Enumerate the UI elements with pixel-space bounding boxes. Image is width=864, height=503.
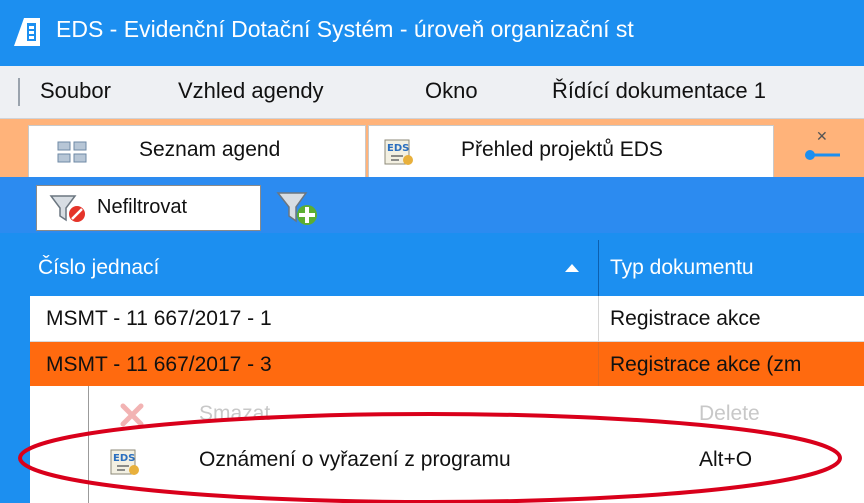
menu-okno[interactable]: Okno <box>425 78 478 104</box>
no-filter-icon <box>49 195 85 222</box>
window-title: EDS - Evidenční Dotační Systém - úroveň … <box>56 16 634 42</box>
context-menu-item-delete: Smazat Delete <box>89 394 864 438</box>
svg-text:EDS: EDS <box>113 453 135 464</box>
app-logo-icon <box>14 18 40 46</box>
column-header-cislo-jednaci[interactable]: Číslo jednací <box>38 256 159 280</box>
cell-cislo-jednaci: MSMT - 11 667/2017 - 1 <box>46 307 272 330</box>
svg-text:✕: ✕ <box>816 129 828 145</box>
menu-ridici-dokumentace[interactable]: Řídící dokumentace 1 <box>552 78 766 104</box>
menu-vzhled-agendy[interactable]: Vzhled agendy <box>178 78 324 104</box>
table-row[interactable]: MSMT - 11 667/2017 - 1 Registrace akce <box>30 296 864 342</box>
app-window: EDS - Evidenční Dotační Systém - úroveň … <box>0 0 864 503</box>
tab-seznam-agend[interactable]: Seznam agend <box>28 125 366 177</box>
svg-text:EDS: EDS <box>387 143 409 154</box>
no-filter-button[interactable]: Nefiltrovat <box>36 185 261 231</box>
grid-header: Číslo jednací Typ dokumentu <box>30 240 864 296</box>
cell-separator <box>598 296 599 342</box>
column-header-typ-dokumentu[interactable]: Typ dokumentu <box>610 256 754 280</box>
context-menu-shortcut: Alt+O <box>699 448 753 471</box>
delete-icon <box>120 403 144 427</box>
eds-icon: EDS <box>110 449 139 475</box>
tab-label: Přehled projektů EDS <box>461 138 663 161</box>
context-menu: Smazat Delete EDS Oznámení o vyřazení z … <box>88 386 864 503</box>
cell-typ-dokumentu: Registrace akce <box>610 307 761 330</box>
eds-icon: EDS <box>384 139 413 165</box>
context-menu-label: Smazat <box>199 402 271 425</box>
menu-soubor[interactable]: Soubor <box>40 78 111 104</box>
context-menu-item-oznameni[interactable]: EDS Oznámení o vyřazení z programu Alt+O <box>89 440 864 484</box>
add-filter-icon[interactable] <box>276 191 320 227</box>
no-filter-label: Nefiltrovat <box>97 196 188 218</box>
context-menu-shortcut: Delete <box>699 402 760 425</box>
menu-bar: Soubor Vzhled agendy Okno Řídící dokumen… <box>0 66 864 119</box>
filter-toolbar: Nefiltrovat <box>0 177 864 233</box>
grid-empty-area <box>30 386 88 503</box>
column-separator[interactable] <box>598 240 599 296</box>
context-menu-label: Oznámení o vyřazení z programu <box>199 448 511 471</box>
menu-grip <box>18 78 20 106</box>
tab-strip: Seznam agend EDS Přehled projektů EDS ✕ <box>0 119 864 177</box>
cell-cislo-jednaci: MSMT - 11 667/2017 - 3 <box>46 353 272 376</box>
cell-separator <box>598 342 599 388</box>
grid-icon <box>57 141 87 163</box>
sort-ascending-icon <box>565 264 579 272</box>
tab-label: Seznam agend <box>139 138 281 161</box>
pin-icon[interactable]: ✕ <box>802 129 842 169</box>
title-bar: EDS - Evidenční Dotační Systém - úroveň … <box>0 0 864 66</box>
cell-typ-dokumentu: Registrace akce (zm <box>610 353 802 376</box>
tab-prehled-projektu[interactable]: EDS Přehled projektů EDS <box>368 125 774 177</box>
table-row-selected[interactable]: MSMT - 11 667/2017 - 3 Registrace akce (… <box>30 342 864 388</box>
